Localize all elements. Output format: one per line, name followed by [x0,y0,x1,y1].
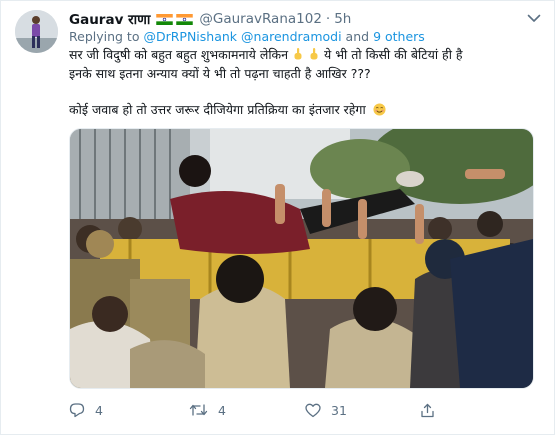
tweet-card[interactable]: Gaurav राणा @GauravRana102 · 5h Replying… [0,0,555,435]
author-name[interactable]: Gaurav राणा [69,10,150,28]
text-segment: ये भी तो किसी की बेटियां ही है [324,47,463,62]
separator-dot: · [325,11,331,27]
share-icon [421,403,434,417]
author-handle[interactable]: @GauravRana102 [199,11,322,27]
protest-photo-image [70,129,533,388]
avatar[interactable] [15,10,58,53]
tweet-header: Gaurav राणा @GauravRana102 · 5h [69,9,544,29]
replying-to: Replying to @DrRPNishank @narendramodi a… [69,29,425,44]
chevron-down-icon [527,14,541,22]
tweet-text-line: सर जी विदुषी को बहुत बहुत शुभकामनाये लेक… [69,45,540,64]
reply-icon [69,402,85,417]
tweet-actions: 4 4 31 [69,399,540,421]
retweet-icon [189,404,208,416]
reply-count: 4 [95,402,103,418]
mention-link[interactable]: @narendramodi [241,29,342,44]
author-flags [156,13,194,25]
like-count: 31 [331,402,347,418]
text-segment: सर जी विदुषी को बहुत बहुत शुभकामनाये लेक… [69,47,289,62]
replying-prefix: Replying to [69,29,140,44]
smiling-face-emoji-icon [373,103,386,116]
share-button[interactable] [420,403,435,418]
reply-button[interactable]: 4 [69,403,189,418]
text-segment: कोई जवाब हो तो उत्तर जरूर दीजियेगा प्रति… [69,102,366,117]
retweet-button[interactable]: 4 [189,403,305,418]
more-options-button[interactable] [524,9,544,27]
retweet-count: 4 [218,402,226,418]
avatar-image [15,10,58,53]
india-flag-icon [156,13,174,25]
like-button[interactable]: 31 [305,403,420,418]
india-flag-icon [176,13,194,25]
replying-and: and [345,29,370,44]
tweet-photo[interactable] [69,128,534,389]
tweet-text: सर जी विदुषी को बहुत बहुत शुभकामनाये लेक… [69,45,540,119]
mention-link[interactable]: @DrRPNishank [143,29,237,44]
timestamp[interactable]: 5h [334,11,351,27]
tweet-text-line: कोई जवाब हो तो उत्तर जरूर दीजियेगा प्रति… [69,100,540,119]
pointing-up-emoji-icon [310,48,318,60]
tweet-text-line: इनके साथ इतना अन्याय क्यों ये भी तो पढ़न… [69,66,371,81]
others-link[interactable]: 9 others [373,29,425,44]
pointing-up-emoji-icon [294,48,302,60]
heart-icon [305,403,321,417]
